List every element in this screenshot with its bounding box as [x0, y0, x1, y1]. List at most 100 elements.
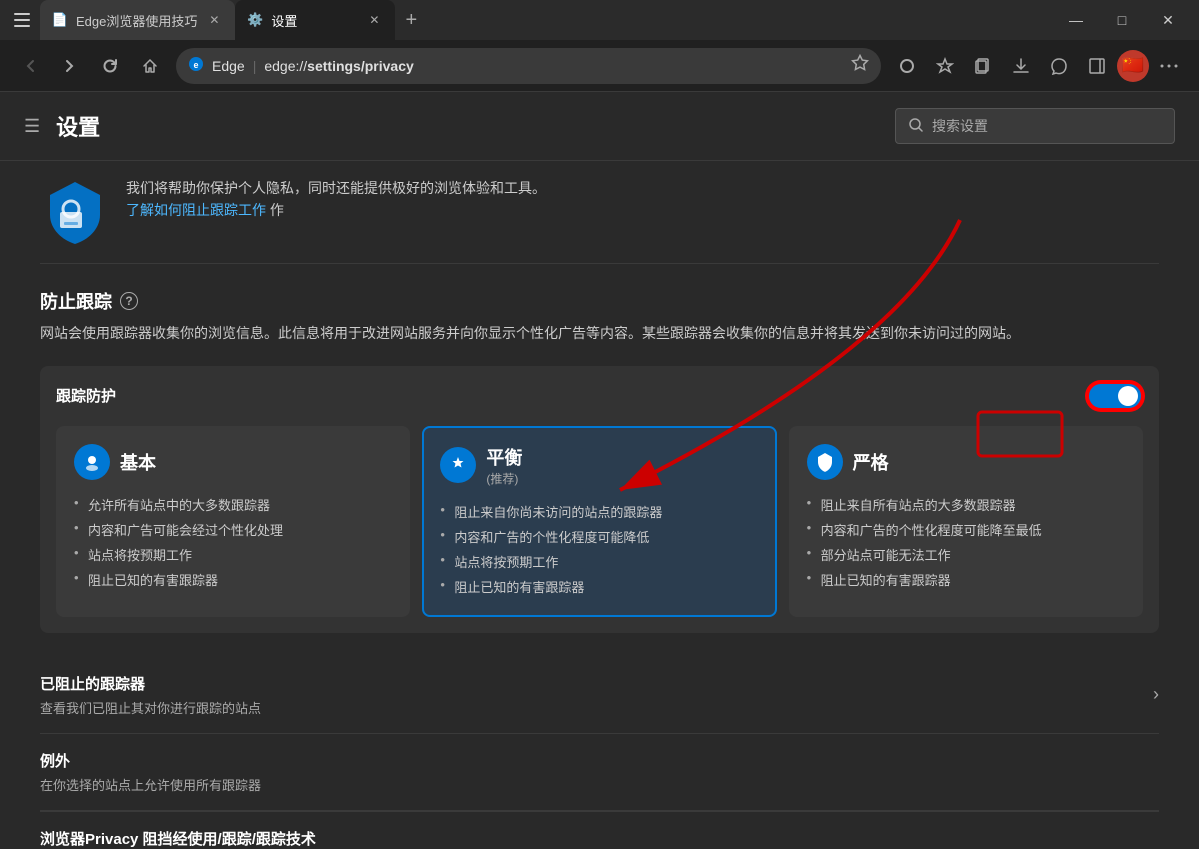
exceptions-title: 例外 [40, 750, 261, 771]
toggle-wrapper [1087, 382, 1143, 410]
titlebar: 📄 Edge浏览器使用技巧 ✕ ⚙️ 设置 ✕ + — □ ✕ [0, 0, 1199, 40]
basic-card-header: 基本 [74, 444, 392, 480]
top-partial-section: 我们将帮助你保护个人隐私，同时还能提供极好的浏览体验和工具。 了解如何阻止跟踪工… [40, 161, 1159, 264]
option-cards-row: 基本 允许所有站点中的大多数跟踪器 内容和广告可能会经过个性化处理 站点将按预期… [56, 426, 1143, 617]
sidebar-icon[interactable] [1079, 48, 1115, 84]
tab2-icon: ⚙️ [247, 12, 263, 28]
tab2-close[interactable]: ✕ [365, 11, 383, 29]
profile-avatar[interactable]: 🇨🇳 [1117, 50, 1149, 82]
favorites-icon[interactable] [851, 54, 869, 77]
balanced-feature-2: 内容和广告的个性化程度可能降低 [440, 524, 758, 549]
basic-feature-1: 允许所有站点中的大多数跟踪器 [74, 492, 392, 517]
window-controls: — □ ✕ [1053, 0, 1191, 40]
blocked-trackers-title: 已阻止的跟踪器 [40, 673, 261, 694]
exceptions-row[interactable]: 例外 在你选择的站点上允许使用所有跟踪器 [40, 734, 1159, 811]
tracking-label: 跟踪防护 [56, 385, 116, 406]
prevention-section: 防止跟踪 ? 网站会使用跟踪器收集你的浏览信息。此信息将用于改进网站服务并向你显… [40, 288, 1159, 849]
section-description: 网站会使用跟踪器收集你的浏览信息。此信息将用于改进网站服务并向你显示个性化广告等… [40, 322, 1159, 346]
refresh-button[interactable] [92, 48, 128, 84]
address-url: edge://settings/privacy [264, 58, 413, 74]
back-button[interactable] [12, 48, 48, 84]
search-placeholder: 搜索设置 [932, 116, 988, 136]
help-icon[interactable]: ? [120, 292, 138, 310]
download-icon[interactable] [1003, 48, 1039, 84]
basic-card-title: 基本 [120, 449, 156, 475]
address-separator: | [253, 58, 257, 74]
chevron-right-icon: › [1153, 684, 1159, 705]
section-title: 防止跟踪 ? [40, 288, 1159, 314]
tab-settings[interactable]: ⚙️ 设置 ✕ [235, 0, 395, 40]
tab1-icon: 📄 [52, 12, 68, 28]
strict-feature-4: 阻止已知的有害跟踪器 [807, 567, 1125, 592]
blocked-trackers-row[interactable]: 已阻止的跟踪器 查看我们已阻止其对你进行跟踪的站点 › [40, 657, 1159, 734]
hamburger-menu-icon[interactable]: ☰ [24, 116, 40, 137]
shield-icon-large [40, 177, 110, 247]
navbar: e Edge | edge://settings/privacy [0, 40, 1199, 92]
forward-button[interactable] [52, 48, 88, 84]
edge-logo-icon: e [188, 56, 204, 76]
strict-card-features: 阻止来自所有站点的大多数跟踪器 内容和广告的个性化程度可能降至最低 部分站点可能… [807, 492, 1125, 592]
new-tab-button[interactable]: + [395, 4, 427, 36]
tab2-label: 设置 [271, 11, 297, 30]
page-wrapper: 📄 Edge浏览器使用技巧 ✕ ⚙️ 设置 ✕ + — □ ✕ [0, 0, 1199, 849]
close-button[interactable]: ✕ [1145, 0, 1191, 40]
balanced-card-subtitle: (推荐) [486, 470, 522, 487]
minimize-button[interactable]: — [1053, 0, 1099, 40]
learn-more-link[interactable]: 了解如何阻止跟踪工作 [126, 202, 266, 218]
option-card-strict[interactable]: 严格 阻止来自所有站点的大多数跟踪器 内容和广告的个性化程度可能降至最低 部分站… [789, 426, 1143, 617]
tracking-toggle[interactable] [1087, 382, 1143, 410]
strict-card-icon [807, 444, 843, 480]
settings-header: ☰ 设置 搜索设置 [0, 92, 1199, 161]
balanced-card-header: 平衡 (推荐) [440, 444, 758, 487]
more-options-icon[interactable] [1151, 48, 1187, 84]
balanced-feature-3: 站点将按预期工作 [440, 549, 758, 574]
page-title: 设置 [56, 110, 100, 142]
basic-card-icon [74, 444, 110, 480]
strict-card-header: 严格 [807, 444, 1125, 480]
settings-content[interactable]: 我们将帮助你保护个人隐私，同时还能提供极好的浏览体验和工具。 了解如何阻止跟踪工… [0, 161, 1199, 849]
settings-search-box[interactable]: 搜索设置 [895, 108, 1175, 144]
strict-card-title: 严格 [853, 449, 889, 475]
main-container: ☰ 设置 搜索设置 [0, 92, 1199, 849]
basic-feature-2: 内容和广告可能会经过个性化处理 [74, 517, 392, 542]
tab1-label: Edge浏览器使用技巧 [76, 11, 197, 30]
tab-edge-tips[interactable]: 📄 Edge浏览器使用技巧 ✕ [40, 0, 235, 40]
balanced-card-features: 阻止来自你尚未访问的站点的跟踪器 内容和广告的个性化程度可能降低 站点将按预期工… [440, 499, 758, 599]
address-text: Edge | edge://settings/privacy [212, 58, 414, 74]
tab1-close[interactable]: ✕ [205, 11, 223, 29]
svg-text:e: e [193, 60, 198, 70]
toolbar-icons: 🇨🇳 [889, 48, 1187, 84]
address-brand: Edge [212, 58, 245, 74]
bottom-title: 浏览器Privacy 阻挡经使用/跟踪/跟踪技术 [40, 828, 1159, 849]
favorites-toolbar-icon[interactable] [927, 48, 963, 84]
option-card-balanced[interactable]: 平衡 (推荐) 阻止来自你尚未访问的站点的跟踪器 内容和广告的个性化程度可能降低… [422, 426, 776, 617]
exceptions-text: 例外 在你选择的站点上允许使用所有跟踪器 [40, 750, 261, 794]
basic-feature-4: 阻止已知的有害跟踪器 [74, 567, 392, 592]
strict-feature-3: 部分站点可能无法工作 [807, 542, 1125, 567]
toggle-thumb [1118, 386, 1138, 406]
collections-icon[interactable] [965, 48, 1001, 84]
option-card-basic[interactable]: 基本 允许所有站点中的大多数跟踪器 内容和广告可能会经过个性化处理 站点将按预期… [56, 426, 410, 617]
blocked-trackers-text: 已阻止的跟踪器 查看我们已阻止其对你进行跟踪的站点 [40, 673, 261, 717]
strict-feature-2: 内容和广告的个性化程度可能降至最低 [807, 517, 1125, 542]
bottom-partial: 浏览器Privacy 阻挡经使用/跟踪/跟踪技术 [40, 811, 1159, 849]
strict-feature-1: 阻止来自所有站点的大多数跟踪器 [807, 492, 1125, 517]
exceptions-desc: 在你选择的站点上允许使用所有跟踪器 [40, 775, 261, 794]
blocked-trackers-desc: 查看我们已阻止其对你进行跟踪的站点 [40, 698, 261, 717]
balanced-card-icon [440, 447, 476, 483]
settings-title-area: ☰ 设置 [24, 110, 100, 142]
home-button[interactable] [132, 48, 168, 84]
address-bar[interactable]: e Edge | edge://settings/privacy [176, 48, 881, 84]
feedback-icon[interactable] [1041, 48, 1077, 84]
copilot-icon[interactable] [889, 48, 925, 84]
search-icon [908, 117, 924, 136]
balanced-feature-1: 阻止来自你尚未访问的站点的跟踪器 [440, 499, 758, 524]
tracking-header: 跟踪防护 [56, 382, 1143, 410]
tracking-protection-box: 跟踪防护 [40, 366, 1159, 633]
top-partial-text: 我们将帮助你保护个人隐私，同时还能提供极好的浏览体验和工具。 了解如何阻止跟踪工… [126, 177, 546, 222]
basic-feature-3: 站点将按预期工作 [74, 542, 392, 567]
basic-card-features: 允许所有站点中的大多数跟踪器 内容和广告可能会经过个性化处理 站点将按预期工作 … [74, 492, 392, 592]
maximize-button[interactable]: □ [1099, 0, 1145, 40]
balanced-card-titles: 平衡 (推荐) [486, 444, 522, 487]
sidebar-toggle[interactable] [8, 6, 36, 34]
